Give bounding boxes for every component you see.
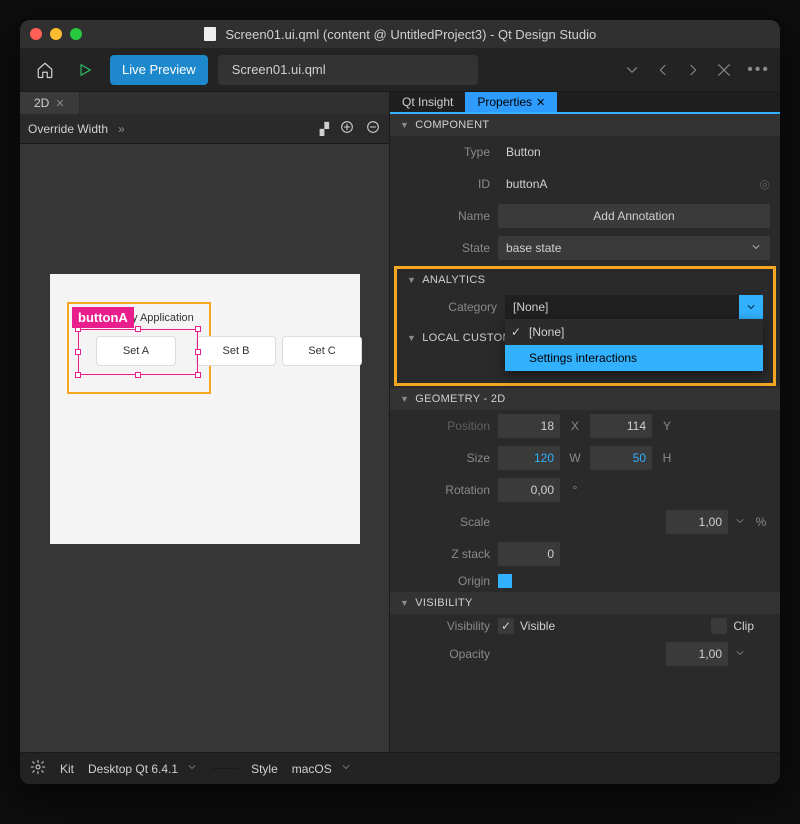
pos-x-input[interactable]: 18 (498, 414, 560, 438)
rotation-label: Rotation (400, 483, 490, 497)
chevron-down-icon: ▼ (400, 598, 409, 608)
more-menu-icon[interactable]: ••• (747, 61, 770, 79)
minimize-window-icon[interactable] (50, 28, 62, 40)
visible-text: Visible (520, 619, 555, 633)
zoom-out-icon[interactable] (365, 119, 381, 138)
window-title: Screen01.ui.qml (content @ UntitledProje… (20, 27, 780, 42)
override-width-label: Override Width (28, 122, 108, 136)
design-canvas[interactable]: buttonA y Application Set A Set B Set C (50, 274, 360, 544)
left-panel: 2D✕ Override Width » ▞ buttonA y Applica… (20, 92, 390, 752)
pos-y-input[interactable]: 114 (590, 414, 652, 438)
breadcrumb[interactable]: Screen01.ui.qml (218, 55, 478, 85)
dropdown-item-none[interactable]: [None] (505, 319, 763, 345)
chevron-down-icon[interactable] (734, 515, 746, 530)
position-label: Position (400, 419, 490, 433)
link-icon[interactable]: ◎ (760, 177, 770, 191)
close-window-icon[interactable] (30, 28, 42, 40)
zstack-label: Z stack (400, 547, 490, 561)
close-icon[interactable]: ✕ (536, 96, 545, 109)
visible-checkbox[interactable]: ✓ (498, 618, 514, 634)
close-document-icon[interactable] (715, 61, 733, 79)
chevron-right-icon[interactable]: » (118, 122, 125, 136)
size-w-input[interactable]: 120 (498, 446, 560, 470)
clip-checkbox[interactable] (711, 618, 727, 634)
tab-qt-insight[interactable]: Qt Insight (390, 92, 465, 112)
style-label: Style (251, 762, 278, 776)
app-window: Screen01.ui.qml (content @ UntitledProje… (20, 20, 780, 784)
analytics-highlight: ▼ ANALYTICS Category [None] [None] Setti… (394, 266, 776, 386)
zstack-input[interactable]: 0 (498, 542, 560, 566)
state-combo[interactable]: base state (498, 236, 770, 260)
chevron-down-icon (186, 761, 198, 776)
home-button[interactable] (30, 55, 60, 85)
breadcrumb-dropdown-icon[interactable] (623, 61, 641, 79)
section-visibility[interactable]: ▼ VISIBILITY (390, 592, 780, 614)
live-preview-button[interactable]: Live Preview (110, 55, 208, 85)
category-label: Category (407, 300, 497, 314)
section-geometry[interactable]: ▼ GEOMETRY - 2D (390, 388, 780, 410)
chevron-down-icon[interactable] (739, 295, 763, 319)
clip-text: Clip (733, 619, 754, 633)
resize-outline[interactable] (78, 329, 198, 375)
chevron-down-icon: ▼ (400, 394, 409, 404)
section-component[interactable]: ▼ COMPONENT (390, 114, 780, 136)
style-combo[interactable]: macOS (292, 761, 352, 776)
right-tabs: Qt Insight Properties✕ (390, 92, 780, 114)
left-toolbar: Override Width » ▞ (20, 114, 389, 144)
category-dropdown: [None] Settings interactions (505, 319, 763, 371)
nav-forward-icon[interactable] (685, 62, 701, 78)
play-button[interactable] (70, 55, 100, 85)
chevron-down-icon (750, 241, 762, 256)
dropdown-item-settings-interactions[interactable]: Settings interactions (505, 345, 763, 371)
maximize-window-icon[interactable] (70, 28, 82, 40)
chevron-down-icon (340, 761, 352, 776)
app-caption: y Application (132, 312, 194, 324)
chevron-down-icon: ▼ (407, 333, 416, 343)
document-icon (204, 27, 216, 41)
canvas-button-b[interactable]: Set B (196, 336, 276, 366)
add-annotation-button[interactable]: Add Annotation (498, 204, 770, 228)
id-input[interactable]: buttonA (498, 172, 754, 196)
nav-back-icon[interactable] (655, 62, 671, 78)
canvas-area[interactable]: buttonA y Application Set A Set B Set C (20, 144, 389, 752)
opacity-input[interactable]: 1,00 (666, 642, 728, 666)
scale-label: Scale (400, 515, 490, 529)
zoom-in-icon[interactable] (339, 119, 355, 138)
chevron-down-icon[interactable] (734, 647, 746, 662)
size-h-input[interactable]: 50 (590, 446, 652, 470)
id-label: ID (400, 177, 490, 191)
category-combo[interactable]: [None] [None] Settings interactions (505, 295, 763, 319)
close-icon[interactable]: ✕ (55, 97, 64, 110)
main-toolbar: Live Preview Screen01.ui.qml ••• (20, 48, 780, 92)
right-panel: Qt Insight Properties✕ ▼ COMPONENT Type … (390, 92, 780, 752)
kit-combo[interactable]: Desktop Qt 6.4.1 (88, 761, 198, 776)
left-tabs: 2D✕ (20, 92, 389, 114)
rotation-input[interactable]: 0,00 (498, 478, 560, 502)
canvas-button-c[interactable]: Set C (282, 336, 362, 366)
tab-2d[interactable]: 2D✕ (20, 92, 80, 114)
chevron-down-icon: ▼ (400, 120, 409, 130)
name-label: Name (400, 209, 490, 223)
origin-picker[interactable] (498, 574, 512, 588)
state-label: State (400, 241, 490, 255)
chevron-down-icon: ▼ (407, 275, 416, 285)
settings-icon[interactable] (30, 759, 46, 778)
size-label: Size (400, 451, 490, 465)
kit-label: Kit (60, 762, 74, 776)
titlebar: Screen01.ui.qml (content @ UntitledProje… (20, 20, 780, 48)
snapping-icon[interactable]: ▞ (320, 122, 329, 136)
properties-panel: ▼ COMPONENT Type Button ID buttonA ◎ Nam… (390, 114, 780, 752)
selected-object-label: buttonA (72, 307, 134, 328)
type-value: Button (498, 140, 770, 164)
type-label: Type (400, 145, 490, 159)
scale-input[interactable]: 1,00 (666, 510, 728, 534)
visibility-label: Visibility (400, 619, 490, 633)
origin-label: Origin (400, 574, 490, 588)
section-analytics[interactable]: ▼ ANALYTICS (397, 269, 773, 291)
opacity-label: Opacity (400, 647, 490, 661)
tab-properties[interactable]: Properties✕ (465, 92, 557, 112)
statusbar: Kit Desktop Qt 6.4.1 Style macOS (20, 752, 780, 784)
